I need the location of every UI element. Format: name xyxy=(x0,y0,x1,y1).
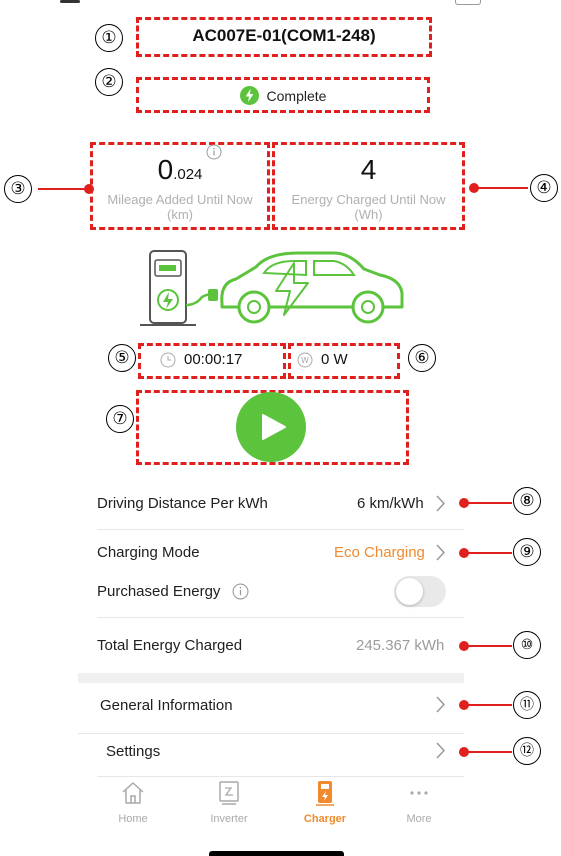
callout-9: ⑨ xyxy=(513,538,541,566)
energy-card: 4 Energy Charged Until Now (Wh) xyxy=(272,142,465,230)
energy-value: 4 xyxy=(360,154,377,185)
callout-2: ② xyxy=(95,68,123,96)
charging-mode-label: Charging Mode xyxy=(97,544,200,561)
tab-more[interactable]: More xyxy=(379,780,459,825)
callout-8: ⑧ xyxy=(513,487,541,515)
mileage-value-main: 0 xyxy=(157,154,174,185)
charging-status-text: Complete xyxy=(266,87,327,104)
home-icon xyxy=(122,782,144,804)
mileage-card: 0.024 Mileage Added Until Now (km) xyxy=(90,142,270,230)
purchased-energy-label: Purchased Energy xyxy=(97,583,221,600)
divider xyxy=(97,617,464,618)
driving-distance-label: Driving Distance Per kWh xyxy=(97,495,268,512)
callout-4-line xyxy=(474,187,528,189)
charger-icon xyxy=(316,781,334,806)
mileage-unit: (km) xyxy=(167,207,193,222)
clock-icon xyxy=(160,352,176,367)
charger-name: AC007E-01(COM1-248) xyxy=(192,26,376,45)
total-energy-label: Total Energy Charged xyxy=(97,637,243,654)
callout-4: ④ xyxy=(530,174,558,202)
mileage-value-sub: .024 xyxy=(173,166,203,183)
start-charging-button[interactable] xyxy=(236,392,306,462)
tab-charger-label: Charger xyxy=(303,813,347,825)
tab-more-label: More xyxy=(406,813,432,825)
tab-home-label: Home xyxy=(118,813,148,825)
charging-status: Complete xyxy=(136,86,430,105)
callout-10: ⑩ xyxy=(513,631,541,659)
divider xyxy=(97,776,464,777)
tab-home[interactable]: Home xyxy=(93,780,173,825)
chevron-right-icon xyxy=(436,544,445,561)
mileage-label: Mileage Added Until Now xyxy=(107,192,253,207)
section-separator xyxy=(78,673,464,683)
energy-unit: (Wh) xyxy=(354,207,383,222)
toggle-knob xyxy=(396,578,423,605)
elapsed-time-value: 00:00:17 xyxy=(184,351,243,368)
tab-inverter-label: Inverter xyxy=(210,813,248,825)
purchased-energy-toggle[interactable] xyxy=(394,576,446,607)
tab-inverter[interactable]: Inverter xyxy=(189,780,269,825)
power: W 0 W xyxy=(297,351,348,368)
svg-text:W: W xyxy=(301,356,309,365)
info-icon[interactable] xyxy=(206,144,222,160)
more-icon xyxy=(410,791,428,795)
total-energy-value: 245.367 kWh xyxy=(356,637,445,654)
chevron-right-icon xyxy=(436,495,445,512)
callout-12: ⑫ xyxy=(513,737,541,765)
status-bar-remnant xyxy=(60,0,500,6)
home-indicator xyxy=(209,851,344,856)
charger-car-illustration xyxy=(140,250,404,326)
callout-3-line xyxy=(38,188,90,190)
watt-icon: W xyxy=(297,352,313,367)
energy-label: Energy Charged Until Now xyxy=(291,192,446,207)
callout-8-line xyxy=(464,502,512,504)
callout-7: ⑦ xyxy=(106,405,134,433)
callout-11-line xyxy=(464,704,512,706)
driving-distance-value: 6 km/kWh xyxy=(357,495,424,512)
callout-6: ⑥ xyxy=(408,344,436,372)
chevron-right-icon xyxy=(436,742,445,759)
settings-label: Settings xyxy=(106,743,161,760)
callout-3: ③ xyxy=(4,175,32,203)
play-icon xyxy=(262,414,286,440)
callout-12-line xyxy=(464,751,512,753)
callout-10-line xyxy=(464,645,512,647)
power-value: 0 W xyxy=(321,351,348,368)
callout-9-line xyxy=(464,552,512,554)
callout-1: ① xyxy=(95,24,123,52)
elapsed-time: 00:00:17 xyxy=(160,351,242,368)
callout-5: ⑤ xyxy=(108,344,136,372)
chevron-right-icon xyxy=(436,696,445,713)
general-information-label: General Information xyxy=(100,697,233,714)
charging-mode-value: Eco Charging xyxy=(334,544,425,561)
divider xyxy=(97,529,464,530)
callout-11: ⑪ xyxy=(513,691,541,719)
tab-charger[interactable]: Charger xyxy=(285,780,365,825)
bolt-icon xyxy=(239,86,259,105)
info-icon[interactable] xyxy=(232,583,249,600)
inverter-icon xyxy=(219,781,239,805)
